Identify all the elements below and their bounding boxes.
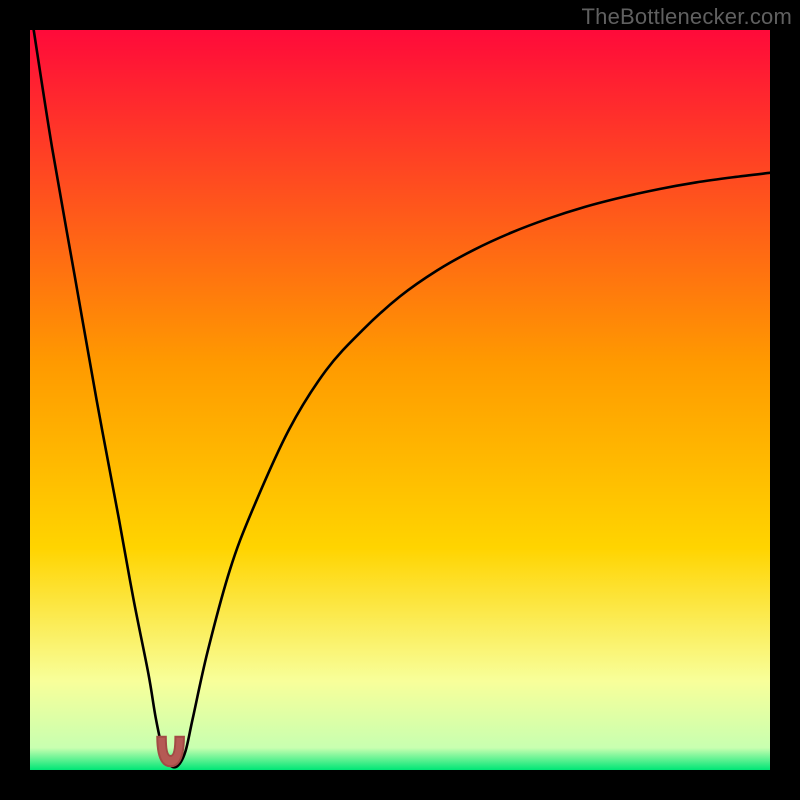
attribution-text: TheBottlenecker.com: [582, 4, 792, 30]
plot-area: [30, 30, 770, 770]
bottleneck-chart: [30, 30, 770, 770]
chart-frame: TheBottlenecker.com: [0, 0, 800, 800]
gradient-background: [30, 30, 770, 770]
